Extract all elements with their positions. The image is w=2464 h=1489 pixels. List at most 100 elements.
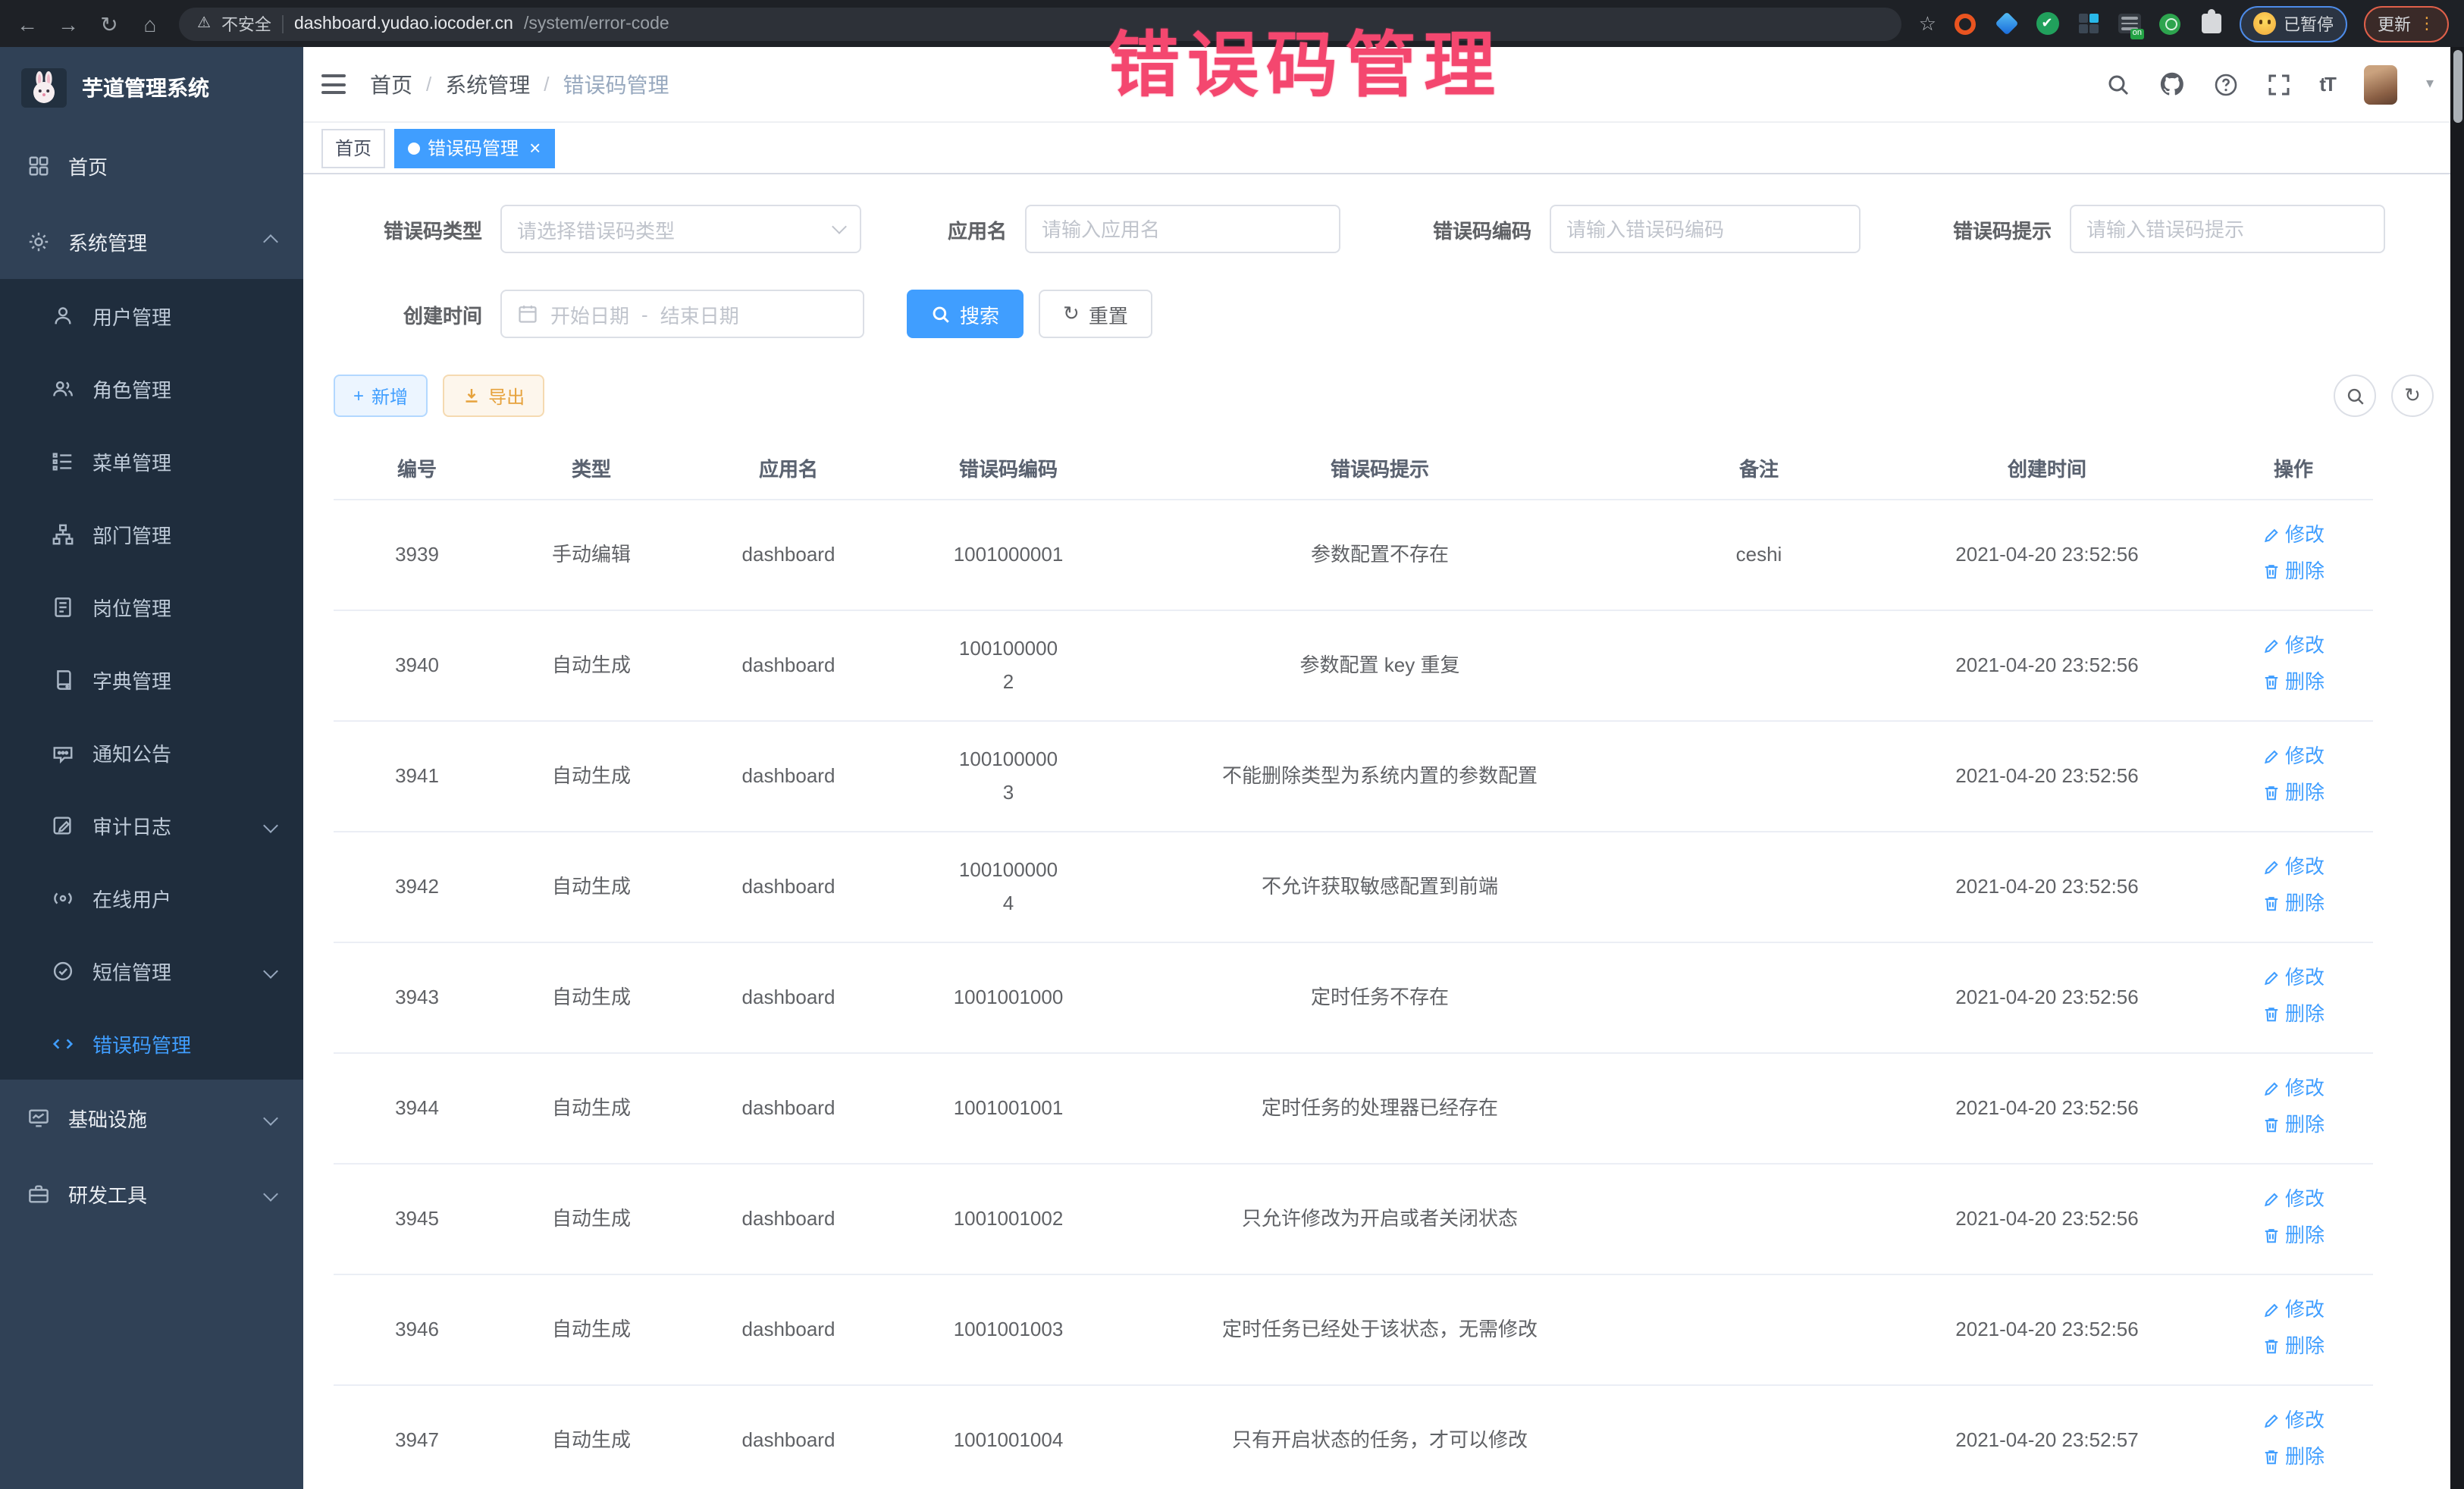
table-toolbar: + 新增 导出 ↻ (334, 375, 2434, 417)
filter-row-1: 错误码类型 请选择错误码类型 应用名 错误码编码 (334, 205, 2434, 253)
address-bar[interactable]: ⚠ 不安全 dashboard.yudao.iocoder.cn/system/… (179, 7, 1902, 40)
sidebar-item-error-code[interactable]: 错误码管理 (0, 1007, 303, 1080)
browser-home-icon[interactable]: ⌂ (138, 13, 162, 34)
delete-link[interactable]: 删除 (2262, 998, 2324, 1031)
search-icon[interactable] (2105, 72, 2130, 96)
help-icon[interactable] (2213, 72, 2237, 96)
extension-gem-icon[interactable] (1994, 11, 2018, 36)
filter-type-label: 错误码类型 (334, 215, 500, 243)
export-button[interactable]: 导出 (443, 375, 544, 417)
table-row: 3942 自动生成 dashboard 100100000 4 不允许获取敏感配… (334, 832, 2373, 942)
delete-link[interactable]: 删除 (2262, 555, 2324, 588)
sidebar-item-notices[interactable]: 通知公告 (0, 716, 303, 788)
breadcrumb-system[interactable]: 系统管理 (445, 69, 530, 99)
cell-code: 1001000001 (895, 500, 1122, 610)
fullscreen-icon[interactable] (2266, 72, 2290, 96)
scrollbar-thumb[interactable] (2453, 50, 2462, 123)
delete-link[interactable]: 删除 (2262, 887, 2324, 920)
window-scrollbar[interactable] (2450, 47, 2464, 1489)
tag-close-icon[interactable]: × (529, 138, 541, 158)
toggle-search-button[interactable] (2334, 375, 2376, 417)
profile-status-label: 已暂停 (2284, 11, 2334, 36)
error-type-select[interactable]: 请选择错误码类型 (500, 205, 861, 253)
sidebar-item-menus[interactable]: 菜单管理 (0, 425, 303, 497)
trash-icon (2262, 563, 2281, 581)
error-code-input[interactable] (1566, 218, 1844, 240)
extension-proxy-on-icon[interactable]: on (2117, 11, 2141, 36)
sidebar-item-posts[interactable]: 岗位管理 (0, 570, 303, 643)
sidebar-item-users[interactable]: 用户管理 (0, 279, 303, 352)
user-avatar[interactable] (2364, 64, 2397, 104)
edit-link[interactable]: 修改 (2262, 519, 2324, 552)
sidebar-item-departments[interactable]: 部门管理 (0, 497, 303, 570)
sidebar-item-infrastructure[interactable]: 基础设施 (0, 1080, 303, 1155)
delete-link[interactable]: 删除 (2262, 1108, 2324, 1142)
tag-error-code[interactable]: 错误码管理 × (394, 128, 554, 168)
reset-button[interactable]: ↻ 重置 (1039, 290, 1152, 338)
browser-profile-chip[interactable]: 已暂停 (2240, 5, 2347, 42)
sidebar-item-audit-log[interactable]: 审计日志 (0, 788, 303, 861)
edit-link[interactable]: 修改 (2262, 1183, 2324, 1216)
browser-reload-icon[interactable]: ↻ (97, 13, 121, 34)
refresh-table-button[interactable]: ↻ (2391, 375, 2434, 417)
edit-link[interactable]: 修改 (2262, 961, 2324, 995)
sidebar-item-online-users[interactable]: 在线用户 (0, 861, 303, 934)
sidebar-toggle-icon[interactable] (321, 75, 346, 94)
cell-ops: 修改 删除 (2214, 500, 2373, 610)
tag-home[interactable]: 首页 (321, 128, 385, 168)
delete-link[interactable]: 删除 (2262, 1330, 2324, 1363)
browser-back-icon[interactable]: ← (15, 13, 39, 34)
extension-grid-icon[interactable] (2076, 11, 2100, 36)
user-icon (52, 304, 74, 327)
avatar-caret-icon[interactable]: ▾ (2426, 76, 2434, 92)
delete-label: 删除 (2285, 998, 2324, 1031)
code-icon (52, 1032, 74, 1055)
sidebar-item-dev-tools[interactable]: 研发工具 (0, 1155, 303, 1231)
edit-link[interactable]: 修改 (2262, 1072, 2324, 1105)
extension-key-icon[interactable] (2158, 11, 2182, 36)
cell-app: dashboard (682, 1385, 895, 1489)
sidebar-item-label: 系统管理 (68, 227, 147, 255)
delete-link[interactable]: 删除 (2262, 1219, 2324, 1252)
delete-link[interactable]: 删除 (2262, 666, 2324, 699)
breadcrumb-home[interactable]: 首页 (370, 69, 412, 99)
sidebar-item-roles[interactable]: 角色管理 (0, 352, 303, 425)
edit-link[interactable]: 修改 (2262, 629, 2324, 663)
extension-puzzle-icon[interactable] (2199, 11, 2223, 36)
edit-link[interactable]: 修改 (2262, 1293, 2324, 1327)
menu-list-icon (52, 450, 74, 472)
sidebar-item-home[interactable]: 首页 (0, 127, 303, 203)
date-end-placeholder[interactable]: 结束日期 (660, 299, 739, 328)
profile-avatar-icon (2253, 12, 2276, 35)
edit-link[interactable]: 修改 (2262, 851, 2324, 884)
delete-link[interactable]: 删除 (2262, 1440, 2324, 1474)
app-name-input[interactable] (1042, 218, 1324, 240)
cell-ops: 修改 删除 (2214, 1164, 2373, 1274)
search-button[interactable]: 搜索 (907, 290, 1024, 338)
edit-label: 修改 (2285, 1404, 2324, 1437)
header-time: 创建时间 (1880, 441, 2214, 500)
cell-msg: 只允许修改为开启或者关闭状态 (1122, 1164, 1638, 1274)
page-content: 错误码类型 请选择错误码类型 应用名 错误码编码 (303, 174, 2464, 1489)
cell-ops: 修改 删除 (2214, 721, 2373, 832)
date-start-placeholder[interactable]: 开始日期 (550, 299, 629, 328)
extension-orange-icon[interactable] (1953, 11, 1977, 36)
edit-link[interactable]: 修改 (2262, 1404, 2324, 1437)
extension-green-check-icon[interactable]: ✔ (2035, 11, 2059, 36)
browser-forward-icon[interactable]: → (56, 13, 80, 34)
error-msg-input[interactable] (2086, 218, 2368, 240)
bookmark-star-icon[interactable]: ☆ (1919, 11, 1936, 36)
sidebar-item-system[interactable]: 系统管理 (0, 203, 303, 279)
font-size-icon[interactable]: tT (2319, 73, 2335, 96)
sidebar-item-dict[interactable]: 字典管理 (0, 643, 303, 716)
sidebar-item-label: 基础设施 (68, 1103, 147, 1132)
sidebar-item-sms[interactable]: 短信管理 (0, 934, 303, 1007)
github-icon[interactable] (2158, 71, 2184, 97)
app-logo[interactable]: 芋道管理系统 (0, 47, 303, 127)
browser-update-button[interactable]: 更新 ⋮ (2364, 5, 2449, 42)
delete-link[interactable]: 删除 (2262, 776, 2324, 810)
add-button[interactable]: + 新增 (334, 375, 428, 417)
date-range-picker[interactable]: 开始日期 - 结束日期 (500, 290, 864, 338)
browser-menu-dots-icon[interactable]: ⋮ (2419, 14, 2435, 33)
edit-link[interactable]: 修改 (2262, 740, 2324, 773)
